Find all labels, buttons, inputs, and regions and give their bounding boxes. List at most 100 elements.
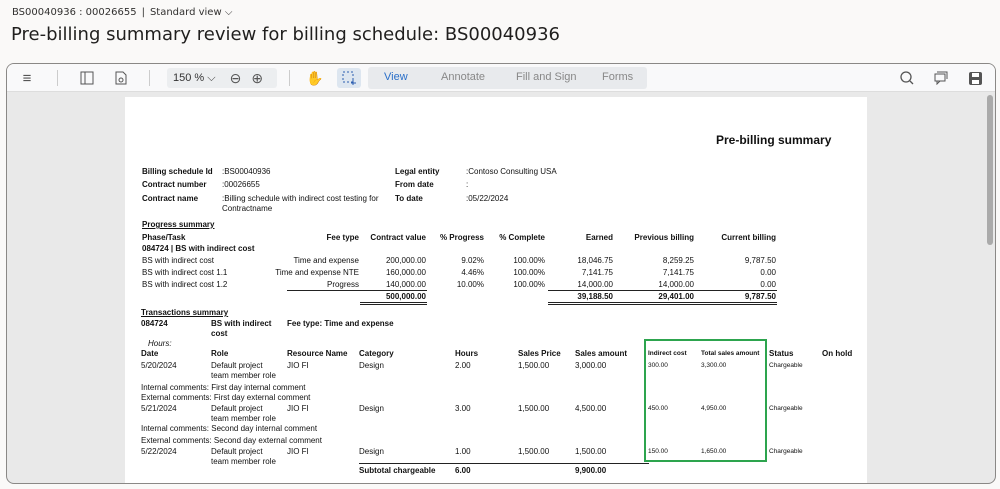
rule bbox=[548, 302, 777, 303]
internal-comment: Internal comments: First day internal co… bbox=[141, 383, 306, 392]
column-header: Phase/Task bbox=[142, 233, 186, 242]
subtotal-label: Subtotal chargeable bbox=[359, 466, 436, 475]
rule bbox=[287, 290, 427, 291]
hours-label: Hours: bbox=[148, 339, 172, 348]
rule bbox=[548, 290, 777, 291]
column-header: Earned bbox=[585, 233, 613, 242]
cell: 18,046.75 bbox=[577, 256, 613, 265]
cell: 450.00 bbox=[648, 405, 668, 412]
cell: JIO FI bbox=[287, 404, 309, 413]
rule bbox=[359, 463, 649, 464]
cell: 10.00% bbox=[456, 280, 484, 289]
cell: Chargeable bbox=[769, 362, 803, 369]
total: 9,787.50 bbox=[744, 292, 776, 301]
column-header: Previous billing bbox=[634, 233, 694, 242]
cell: 5/20/2024 bbox=[141, 361, 177, 370]
cell: 3.00 bbox=[455, 404, 471, 413]
total: 29,401.00 bbox=[658, 292, 694, 301]
cell: Design bbox=[359, 447, 384, 456]
column-header: % Progress bbox=[439, 233, 484, 242]
zoom-in-icon[interactable]: ⊕ bbox=[251, 70, 263, 87]
page-title: Pre-billing summary review for billing s… bbox=[11, 24, 560, 45]
cell: 3,300.00 bbox=[701, 362, 727, 369]
zoom-out-icon[interactable]: ⊖ bbox=[230, 70, 242, 87]
scrollbar[interactable] bbox=[987, 95, 993, 245]
column-header: Status bbox=[769, 349, 794, 358]
tab-annotate[interactable]: Annotate bbox=[441, 71, 485, 83]
group-id: 084724 bbox=[141, 319, 168, 328]
cell: 9.02% bbox=[461, 256, 484, 265]
column-header: Fee type bbox=[326, 233, 359, 242]
hand-tool-icon[interactable]: ✋ bbox=[305, 68, 325, 88]
column-header: % Complete bbox=[499, 233, 545, 242]
rule bbox=[360, 304, 427, 305]
cell: 14,000.00 bbox=[658, 280, 694, 289]
cell: 100.00% bbox=[513, 256, 545, 265]
record-id: BS00040936 : 00026655 bbox=[12, 7, 137, 18]
cell: BS with indirect cost 1.2 bbox=[142, 280, 228, 289]
cell: 1.00 bbox=[455, 447, 471, 456]
cell: 9,787.50 bbox=[744, 256, 776, 265]
cell: Design bbox=[359, 361, 384, 370]
column-header: Hours bbox=[455, 349, 479, 358]
page-settings-icon[interactable] bbox=[111, 68, 131, 88]
header-label: Contract number bbox=[142, 180, 207, 189]
header-value: :00026655 bbox=[222, 180, 260, 189]
cell: Chargeable bbox=[769, 405, 803, 412]
cell: JIO FI bbox=[287, 361, 309, 370]
subtotal-hours: 6.00 bbox=[455, 466, 471, 475]
view-selector[interactable]: Standard view ⌵ bbox=[150, 7, 232, 18]
external-comment: External comments: First day external co… bbox=[141, 393, 311, 402]
cell: 5/21/2024 bbox=[141, 404, 177, 413]
menu-icon[interactable]: ≡ bbox=[17, 68, 37, 88]
cell: Default project team member role bbox=[211, 447, 276, 466]
sidebar-toggle-icon[interactable] bbox=[77, 68, 97, 88]
cell: Chargeable bbox=[769, 448, 803, 455]
cell: 1,500.00 bbox=[518, 361, 550, 370]
tab-view[interactable]: View bbox=[384, 71, 408, 83]
cell: 7,141.75 bbox=[581, 268, 613, 277]
header-value: :Billing schedule with indirect cost tes… bbox=[222, 194, 379, 213]
cell: 8,259.25 bbox=[662, 256, 694, 265]
cell: 5/22/2024 bbox=[141, 447, 177, 456]
cell: 4,950.00 bbox=[701, 405, 727, 412]
cell: 150.00 bbox=[648, 448, 668, 455]
fee-type: Fee type: Time and expense bbox=[287, 319, 394, 328]
column-header: Role bbox=[211, 349, 229, 358]
cell: BS with indirect cost bbox=[142, 256, 215, 265]
group-row: 084724 | BS with indirect cost bbox=[142, 244, 255, 253]
cell: 2.00 bbox=[455, 361, 471, 370]
column-header: Resource Name bbox=[287, 349, 348, 358]
section-title: Transactions summary bbox=[141, 308, 229, 317]
tab-fill-and-sign[interactable]: Fill and Sign bbox=[516, 71, 577, 83]
column-header: Contract value bbox=[370, 233, 426, 242]
header-label: To date bbox=[395, 194, 423, 203]
cell: 300.00 bbox=[648, 362, 668, 369]
cell: 200,000.00 bbox=[385, 256, 426, 265]
header-label: From date bbox=[395, 180, 434, 189]
select-tool-icon[interactable] bbox=[337, 68, 361, 88]
section-title: Progress summary bbox=[142, 220, 215, 229]
rule bbox=[360, 302, 427, 303]
save-icon[interactable] bbox=[965, 68, 985, 88]
header-label: Billing schedule Id bbox=[142, 167, 213, 176]
cell: BS with indirect cost 1.1 bbox=[142, 268, 228, 277]
header-value: :05/22/2024 bbox=[466, 194, 509, 203]
search-icon[interactable] bbox=[897, 68, 917, 88]
tab-forms[interactable]: Forms bbox=[602, 71, 633, 83]
column-header: Current billing bbox=[721, 233, 776, 242]
column-header: Sales Price bbox=[518, 349, 561, 358]
cell: 100.00% bbox=[513, 280, 545, 289]
zoom-select[interactable]: 150 % ⌵ bbox=[173, 72, 216, 85]
cell: JIO FI bbox=[287, 447, 309, 456]
cell: Time and expense NTE bbox=[275, 268, 359, 277]
cell: 4.46% bbox=[461, 268, 484, 277]
comments-icon[interactable] bbox=[931, 68, 951, 88]
cell: Design bbox=[359, 404, 384, 413]
cell: 1,650.00 bbox=[701, 448, 727, 455]
cell: 0.00 bbox=[760, 280, 776, 289]
cell: 7,141.75 bbox=[662, 268, 694, 277]
cell: 0.00 bbox=[760, 268, 776, 277]
cell: 140,000.00 bbox=[385, 280, 426, 289]
mode-tabs: View Annotate Fill and Sign Forms bbox=[368, 67, 647, 89]
